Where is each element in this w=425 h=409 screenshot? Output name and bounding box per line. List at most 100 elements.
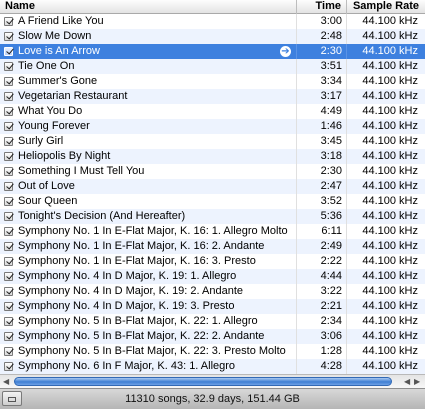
song-time: 3:06 xyxy=(320,330,342,342)
song-checkbox-icon[interactable] xyxy=(4,332,13,341)
song-row[interactable]: A Friend Like You 3:00 44.100 kHz xyxy=(0,14,425,29)
song-row[interactable]: Something I Must Tell You 2:30 44.100 kHz xyxy=(0,164,425,179)
song-checkbox-icon[interactable] xyxy=(4,212,13,221)
song-time: 2:21 xyxy=(320,300,342,312)
song-checkbox-icon[interactable] xyxy=(4,197,13,206)
song-checkbox-icon[interactable] xyxy=(4,227,13,236)
song-time: 2:34 xyxy=(320,315,342,327)
song-checkbox-icon[interactable] xyxy=(4,182,13,191)
song-name: Symphony No. 4 In D Major, K. 19: 1. All… xyxy=(18,270,237,282)
song-checkbox-icon[interactable] xyxy=(4,257,13,266)
song-row[interactable]: Slow Me Down 2:48 44.100 kHz xyxy=(0,29,425,44)
song-time: 3:17 xyxy=(320,90,342,102)
song-checkbox-icon[interactable] xyxy=(4,107,13,116)
song-name: Summer's Gone xyxy=(18,75,98,87)
song-row[interactable]: What You Do 4:49 44.100 kHz xyxy=(0,104,425,119)
song-row[interactable]: Vegetarian Restaurant 3:17 44.100 kHz xyxy=(0,89,425,104)
song-checkbox-icon[interactable] xyxy=(4,302,13,311)
song-checkbox-icon[interactable] xyxy=(4,287,13,296)
song-row[interactable]: Symphony No. 5 In B-Flat Major, K. 22: 3… xyxy=(0,344,425,359)
song-name: Young Forever xyxy=(18,120,90,132)
song-checkbox-icon[interactable] xyxy=(4,317,13,326)
column-header-sample-rate[interactable]: Sample Rate xyxy=(347,0,425,14)
song-row[interactable]: Heliopolis By Night 3:18 44.100 kHz xyxy=(0,149,425,164)
song-row[interactable]: Symphony No. 1 In E-Flat Major, K. 16: 1… xyxy=(0,224,425,239)
song-name: Sour Queen xyxy=(18,195,78,207)
song-sample-rate: 44.100 kHz xyxy=(362,285,418,297)
song-row[interactable]: Tie One On 3:51 44.100 kHz xyxy=(0,59,425,74)
song-name: Out of Love xyxy=(18,180,75,192)
song-name: Heliopolis By Night xyxy=(18,150,111,162)
song-checkbox-icon[interactable] xyxy=(4,77,13,86)
column-header-time[interactable]: Time xyxy=(297,0,347,14)
song-sample-rate: 44.100 kHz xyxy=(362,105,418,117)
song-row[interactable]: Young Forever 1:46 44.100 kHz xyxy=(0,119,425,134)
song-checkbox-icon[interactable] xyxy=(4,17,13,26)
song-sample-rate: 44.100 kHz xyxy=(362,75,418,87)
song-name: Symphony No. 1 In E-Flat Major, K. 16: 3… xyxy=(18,255,256,267)
song-time: 3:45 xyxy=(320,135,342,147)
song-checkbox-icon[interactable] xyxy=(4,122,13,131)
song-checkbox-icon[interactable] xyxy=(4,152,13,161)
song-row[interactable]: Sour Queen 3:52 44.100 kHz xyxy=(0,194,425,209)
song-time: 2:30 xyxy=(320,45,342,57)
song-time: 5:36 xyxy=(320,210,342,222)
song-time: 4:44 xyxy=(320,270,342,282)
column-header-bar: Name Time Sample Rate xyxy=(0,0,425,14)
song-row[interactable]: Surly Girl 3:45 44.100 kHz xyxy=(0,134,425,149)
horizontal-scrollbar[interactable]: ◀ ◀ ▶ xyxy=(0,374,425,388)
song-sample-rate: 44.100 kHz xyxy=(362,330,418,342)
song-name: Surly Girl xyxy=(18,135,64,147)
song-row[interactable]: Symphony No. 1 In E-Flat Major, K. 16: 3… xyxy=(0,254,425,269)
song-checkbox-icon[interactable] xyxy=(4,347,13,356)
song-time: 2:22 xyxy=(320,255,342,267)
song-name: Love is An Arrow xyxy=(18,45,100,57)
song-checkbox-icon[interactable] xyxy=(4,137,13,146)
library-summary: 11310 songs, 32.9 days, 151.44 GB xyxy=(125,393,300,405)
song-row[interactable]: Symphony No. 5 In B-Flat Major, K. 22: 2… xyxy=(0,329,425,344)
song-row[interactable]: Symphony No. 1 In E-Flat Major, K. 16: 2… xyxy=(0,239,425,254)
song-name: Something I Must Tell You xyxy=(18,165,145,177)
song-checkbox-icon[interactable] xyxy=(4,362,13,371)
scrollbar-thumb[interactable] xyxy=(14,377,392,386)
song-row[interactable]: Summer's Gone 3:34 44.100 kHz xyxy=(0,74,425,89)
scroll-left-arrow-icon[interactable]: ◀ xyxy=(3,377,9,386)
song-name: A Friend Like You xyxy=(18,15,104,27)
song-checkbox-icon[interactable] xyxy=(4,32,13,41)
song-time: 4:49 xyxy=(320,105,342,117)
song-checkbox-icon[interactable] xyxy=(4,242,13,251)
song-row[interactable]: Symphony No. 4 In D Major, K. 19: 3. Pre… xyxy=(0,299,425,314)
song-list: A Friend Like You 3:00 44.100 kHz Slow Me D… xyxy=(0,14,425,374)
song-name: Vegetarian Restaurant xyxy=(18,90,128,102)
song-sample-rate: 44.100 kHz xyxy=(362,165,418,177)
song-row[interactable]: Tonight's Decision (And Hereafter) 5:36 44… xyxy=(0,209,425,224)
song-row[interactable]: Symphony No. 6 In F Major, K. 43: 1. All… xyxy=(0,359,425,374)
song-name: Symphony No. 5 In B-Flat Major, K. 22: 2… xyxy=(18,330,265,342)
song-sample-rate: 44.100 kHz xyxy=(362,150,418,162)
song-time: 3:51 xyxy=(320,60,342,72)
song-checkbox-icon[interactable] xyxy=(4,47,13,56)
song-row[interactable]: Symphony No. 4 In D Major, K. 19: 2. And… xyxy=(0,284,425,299)
song-checkbox-icon[interactable] xyxy=(4,92,13,101)
song-sample-rate: 44.100 kHz xyxy=(362,225,418,237)
song-row[interactable]: Out of Love 2:47 44.100 kHz xyxy=(0,179,425,194)
scroll-left-arrow-icon-secondary[interactable]: ◀ xyxy=(404,377,410,386)
song-sample-rate: 44.100 kHz xyxy=(362,270,418,282)
scroll-right-arrow-icon[interactable]: ▶ xyxy=(414,377,420,386)
song-time: 3:22 xyxy=(320,285,342,297)
song-sample-rate: 44.100 kHz xyxy=(362,195,418,207)
song-checkbox-icon[interactable] xyxy=(4,167,13,176)
song-sample-rate: 44.100 kHz xyxy=(362,15,418,27)
song-row[interactable]: Symphony No. 5 In B-Flat Major, K. 22: 1… xyxy=(0,314,425,329)
song-row[interactable]: Symphony No. 4 In D Major, K. 19: 1. All… xyxy=(0,269,425,284)
song-time: 6:11 xyxy=(321,225,342,237)
song-time: 3:34 xyxy=(320,75,342,87)
song-checkbox-icon[interactable] xyxy=(4,62,13,71)
column-header-name[interactable]: Name xyxy=(0,0,297,14)
song-sample-rate: 44.100 kHz xyxy=(362,255,418,267)
song-checkbox-icon[interactable] xyxy=(4,272,13,281)
song-time: 2:48 xyxy=(320,30,342,42)
song-name: What You Do xyxy=(18,105,83,117)
song-row[interactable]: Love is An Arrow ➔ 2:30 44.100 kHz xyxy=(0,44,425,59)
arrow-circle-right-icon[interactable]: ➔ xyxy=(280,46,291,57)
